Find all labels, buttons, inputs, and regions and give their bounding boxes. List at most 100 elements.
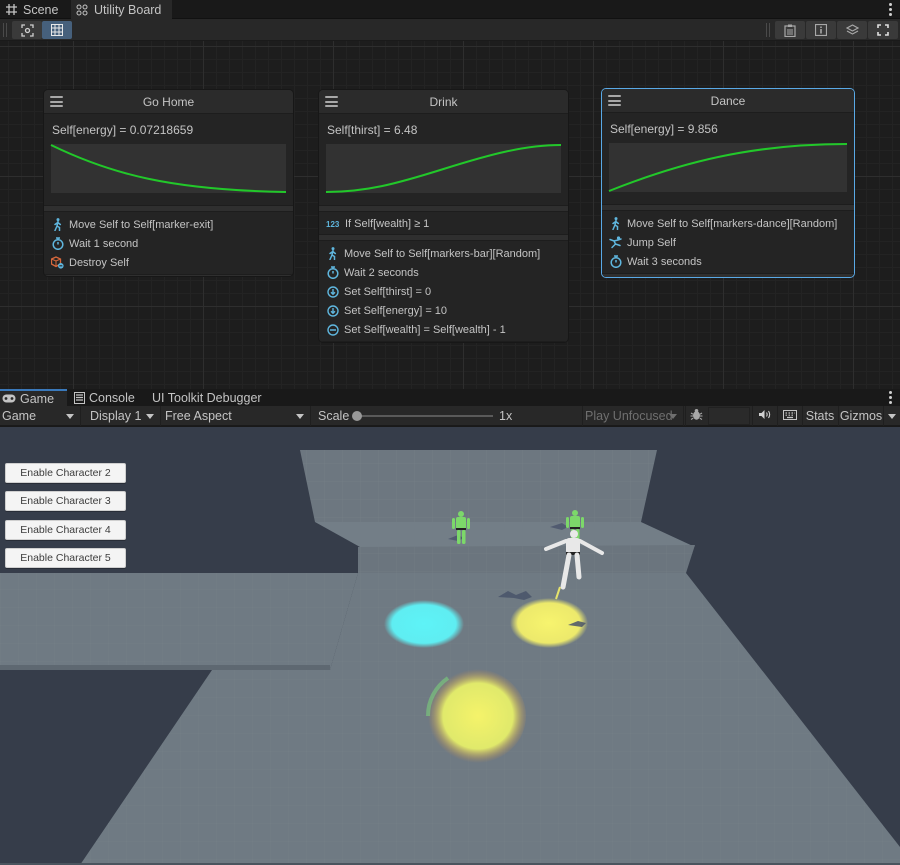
blank-field[interactable] xyxy=(708,407,750,425)
tab-ui-toolkit-debugger[interactable]: UI Toolkit Debugger xyxy=(150,389,268,406)
gamepad-icon xyxy=(2,394,16,403)
svg-text:123: 123 xyxy=(326,220,340,228)
maximize-icon xyxy=(877,24,889,36)
action-item[interactable]: Set Self[energy] = 10 xyxy=(319,301,568,320)
grid-toggle-button[interactable] xyxy=(42,21,72,39)
layers-button[interactable] xyxy=(837,21,867,39)
grid-hash-icon xyxy=(4,3,18,17)
clipboard-button[interactable] xyxy=(775,21,805,39)
enable-character-2-button[interactable]: Enable Character 2 xyxy=(5,463,126,483)
dropdown-value: Game xyxy=(2,409,37,423)
action-item[interactable]: Move Self to Self[markers-dance][Random] xyxy=(602,214,854,233)
action-text: Move Self to Self[marker-exit] xyxy=(69,218,214,231)
dropdown-value: Free Aspect xyxy=(165,409,232,423)
stats-button[interactable]: Stats xyxy=(802,406,837,426)
action-text: Wait 1 second xyxy=(69,237,139,250)
scale-slider-thumb[interactable] xyxy=(352,411,362,421)
walk-icon xyxy=(51,218,64,231)
response-curve[interactable] xyxy=(608,143,848,192)
section-divider xyxy=(319,205,568,212)
curve-line xyxy=(608,143,848,192)
hamburger-menu-icon[interactable] xyxy=(325,96,338,107)
condition-item[interactable]: 123 If Self[wealth] ≥ 1 xyxy=(319,214,568,233)
utility-board-canvas[interactable]: Go Home Self[energy] = 0.07218659 Move S… xyxy=(0,41,900,389)
card-header[interactable]: Go Home xyxy=(44,90,293,114)
card-footer xyxy=(319,341,568,342)
card-title: Go Home xyxy=(142,94,195,109)
tab-label: UI Toolkit Debugger xyxy=(152,390,262,405)
utility-card-go-home[interactable]: Go Home Self[energy] = 0.07218659 Move S… xyxy=(43,89,294,277)
tab-label: Utility Board xyxy=(94,2,162,17)
aspect-dropdown[interactable]: Free Aspect xyxy=(162,406,311,426)
more-options-icon[interactable] xyxy=(888,3,892,16)
response-curve[interactable] xyxy=(50,144,287,193)
action-item[interactable]: Set Self[thirst] = 0 xyxy=(319,282,568,301)
gizmos-label: Gizmos xyxy=(839,409,883,423)
chevron-down-icon xyxy=(888,413,896,419)
condition-text: If Self[wealth] ≥ 1 xyxy=(345,217,430,230)
action-item[interactable]: Wait 1 second xyxy=(44,234,293,253)
layers-icon xyxy=(845,24,859,36)
info-button[interactable] xyxy=(806,21,836,39)
action-text: Jump Self xyxy=(627,236,676,249)
shortcuts-button[interactable] xyxy=(777,406,801,426)
curve-line xyxy=(325,144,562,193)
play-mode-dropdown[interactable]: Play Unfocused xyxy=(582,406,684,426)
action-list: Move Self to Self[marker-exit] Wait 1 se… xyxy=(44,212,293,274)
stopwatch-icon xyxy=(326,266,339,279)
display-dropdown[interactable]: Display 1 xyxy=(82,406,161,426)
gizmos-dropdown[interactable] xyxy=(883,406,900,426)
action-item[interactable]: Wait 3 seconds xyxy=(602,252,854,271)
maximize-button[interactable] xyxy=(868,21,898,39)
action-item[interactable]: Move Self to Self[marker-exit] xyxy=(44,215,293,234)
response-curve[interactable] xyxy=(325,144,562,193)
hamburger-menu-icon[interactable] xyxy=(50,96,63,107)
debug-bug-button[interactable] xyxy=(685,406,707,426)
section-divider xyxy=(319,234,568,241)
card-header[interactable]: Drink xyxy=(319,90,568,114)
action-item[interactable]: Set Self[wealth] = Self[wealth] - 1 xyxy=(319,320,568,339)
chevron-down-icon xyxy=(66,414,74,419)
enable-character-3-button[interactable]: Enable Character 3 xyxy=(5,491,126,511)
editor-tab-bar: Scene Utility Board xyxy=(0,0,900,19)
action-text: Move Self to Self[markers-dance][Random] xyxy=(627,217,838,230)
walk-icon xyxy=(609,217,622,230)
tab-game[interactable]: Game xyxy=(0,389,67,406)
upper-platform xyxy=(315,522,695,547)
card-title: Dance xyxy=(710,93,746,108)
keyboard-icon xyxy=(782,409,797,423)
tab-utility-board[interactable]: Utility Board xyxy=(71,0,172,19)
utility-card-drink[interactable]: Drink Self[thirst] = 6.48 123 If Self[we… xyxy=(318,89,569,343)
enable-character-4-button[interactable]: Enable Character 4 xyxy=(5,520,126,540)
scale-slider-track[interactable] xyxy=(358,415,493,417)
hamburger-menu-icon[interactable] xyxy=(608,95,621,106)
game-mode-dropdown[interactable]: Game xyxy=(0,406,81,426)
action-text: Destroy Self xyxy=(69,256,129,269)
action-list: Move Self to Self[markers-bar][Random] W… xyxy=(319,241,568,341)
action-item[interactable]: Wait 2 seconds xyxy=(319,263,568,282)
utility-card-dance[interactable]: Dance Self[energy] = 9.856 Move Self to … xyxy=(601,88,855,278)
card-header[interactable]: Dance xyxy=(602,89,854,113)
action-item[interactable]: Move Self to Self[markers-bar][Random] xyxy=(319,244,568,263)
toolbar-grip xyxy=(3,23,7,37)
speaker-icon xyxy=(758,409,771,423)
scene-render xyxy=(0,450,900,865)
dropdown-value: Display 1 xyxy=(90,409,142,423)
stats-label: Stats xyxy=(805,409,835,423)
action-text: Wait 3 seconds xyxy=(627,255,702,268)
frame-all-button[interactable] xyxy=(12,21,42,39)
gizmos-button[interactable]: Gizmos xyxy=(838,406,883,426)
toolbar-separator xyxy=(766,23,770,37)
action-item[interactable]: Jump Self xyxy=(602,233,854,252)
enable-character-5-button[interactable]: Enable Character 5 xyxy=(5,548,126,568)
more-options-icon[interactable] xyxy=(888,391,892,404)
action-item[interactable]: Destroy Self xyxy=(44,253,293,272)
mute-audio-button[interactable] xyxy=(752,406,776,426)
action-text: Set Self[thirst] = 0 xyxy=(344,285,432,298)
tab-scene[interactable]: Scene xyxy=(0,0,67,19)
tab-console[interactable]: Console xyxy=(72,389,141,406)
action-text: Move Self to Self[markers-bar][Random] xyxy=(344,247,541,260)
game-viewport[interactable]: Enable Character 2 Enable Character 3 En… xyxy=(0,427,900,865)
scale-label: Scale xyxy=(318,409,350,423)
minus-circle-icon xyxy=(326,323,339,336)
